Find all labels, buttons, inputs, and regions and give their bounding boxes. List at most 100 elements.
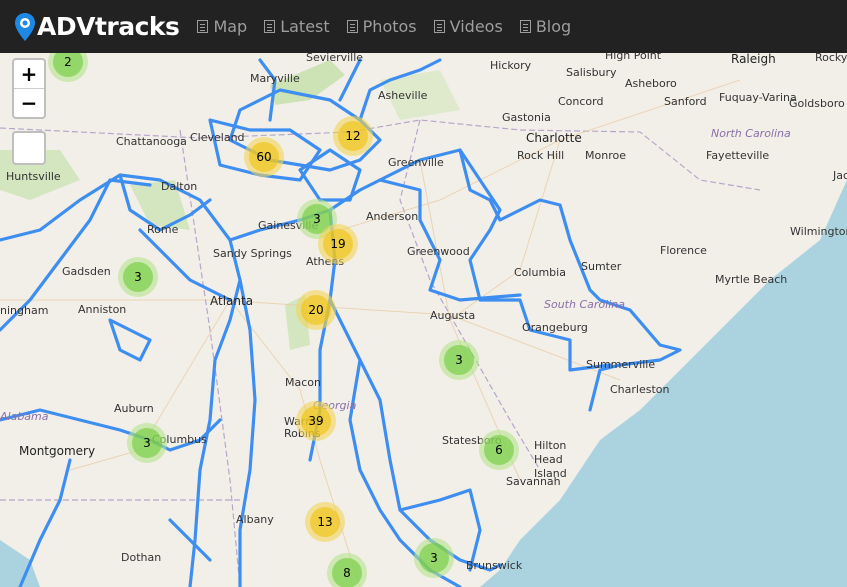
cluster-count: 60 (249, 142, 279, 172)
blog-icon (519, 20, 531, 33)
marker-cluster[interactable]: 6 (479, 430, 519, 470)
cluster-count: 2 (53, 53, 83, 77)
place-label: Sevierville (306, 53, 364, 64)
place-label: Asheboro (625, 77, 677, 90)
place-label: Anniston (78, 303, 127, 316)
zoom-out-button[interactable]: − (14, 89, 44, 117)
place-label: ningham (0, 304, 49, 317)
zoom-control: + − (12, 58, 46, 119)
place-label: Gastonia (502, 111, 551, 124)
nav-map[interactable]: Map (197, 17, 247, 36)
place-label: Maryville (250, 72, 300, 85)
marker-cluster[interactable]: 13 (305, 502, 345, 542)
cluster-count: 19 (323, 229, 353, 259)
place-label: Raleigh (731, 53, 776, 66)
place-label: Charlotte (526, 131, 582, 145)
place-label: Wilmington (790, 225, 847, 238)
marker-cluster[interactable]: 3 (439, 340, 479, 380)
place-label: Atlanta (210, 294, 254, 308)
place-label: Fayetteville (706, 149, 770, 162)
zoom-in-button[interactable]: + (14, 60, 44, 89)
place-label: Rock Hill (517, 149, 565, 162)
nav-latest[interactable]: Latest (264, 17, 330, 36)
marker-cluster[interactable]: 39 (296, 401, 336, 441)
map-canvas[interactable]: Sevierville Hickory High Point Raleigh R… (0, 53, 847, 587)
place-label: Chattanooga (116, 135, 187, 148)
place-label: Sanford (664, 95, 707, 108)
marker-cluster[interactable]: 3 (414, 538, 454, 578)
place-label: Rome (147, 223, 179, 236)
cluster-count: 3 (419, 543, 449, 573)
nav-videos[interactable]: Videos (433, 17, 503, 36)
cluster-count: 12 (338, 121, 368, 151)
cluster-count: 20 (301, 295, 331, 325)
place-label: Albany (236, 513, 274, 526)
marker-cluster[interactable]: 8 (327, 553, 367, 587)
place-label: Sandy Springs (213, 247, 292, 260)
cluster-count: 8 (332, 558, 362, 587)
nav-photos[interactable]: Photos (346, 17, 417, 36)
place-label: Goldsboro (789, 97, 845, 110)
cluster-count: 3 (132, 428, 162, 458)
gulf-area (0, 540, 40, 587)
place-label: Columbia (514, 266, 566, 279)
cluster-count: 39 (301, 406, 331, 436)
nav-latest-label: Latest (280, 17, 330, 36)
place-label: Greenwood (407, 245, 470, 258)
nav-videos-label: Videos (449, 17, 503, 36)
place-label: Myrtle Beach (715, 273, 788, 286)
video-icon (433, 20, 445, 33)
place-label: Macon (285, 376, 321, 389)
place-label: Augusta (430, 309, 476, 322)
place-label: Rocky Mount (815, 53, 847, 64)
state-label: Alabama (0, 410, 49, 423)
marker-cluster[interactable]: 3 (127, 423, 167, 463)
place-label: Dalton (161, 180, 198, 193)
place-label: Asheville (378, 89, 428, 102)
nav-map-label: Map (213, 17, 248, 36)
cluster-count: 13 (310, 507, 340, 537)
place-label: Charleston (610, 383, 670, 396)
place-label: High Point (605, 53, 662, 62)
place-label: Hickory (490, 59, 532, 72)
place-label: Brunswick (466, 559, 523, 572)
place-label: Concord (558, 95, 604, 108)
cluster-count: 6 (484, 435, 514, 465)
place-label: Summerville (586, 358, 656, 371)
place-label: Huntsville (6, 170, 61, 183)
top-navbar: ADVtracks Map Latest Photos Videos Blog (0, 0, 847, 53)
place-label: Montgomery (19, 444, 96, 458)
map-pin-logo-icon (15, 12, 35, 41)
place-label: Salisbury (566, 66, 617, 79)
marker-cluster[interactable]: 3 (118, 257, 158, 297)
nav-blog-label: Blog (535, 17, 572, 36)
map-icon (197, 20, 209, 33)
state-label: South Carolina (544, 298, 625, 311)
place-label: Fuquay-Varina (719, 91, 797, 104)
marker-cluster[interactable]: 19 (318, 224, 358, 264)
cluster-count: 3 (123, 262, 153, 292)
place-label: Monroe (585, 149, 626, 162)
list-icon (264, 20, 276, 33)
state-label: North Carolina (711, 127, 791, 140)
place-label: Savannah (506, 475, 561, 488)
place-label: Dothan (121, 551, 162, 564)
place-label: Sumter (581, 260, 622, 273)
marker-cluster[interactable]: 20 (296, 290, 336, 330)
layer-toggle-button[interactable] (12, 131, 46, 165)
photo-icon (346, 20, 358, 33)
nav-photos-label: Photos (362, 17, 417, 36)
place-label: Auburn (114, 402, 154, 415)
place-label: Gadsden (62, 265, 111, 278)
place-label: Greenville (388, 156, 444, 169)
place-label: Anderson (366, 210, 419, 223)
place-label: Orangeburg (522, 321, 588, 334)
brand-name: ADVtracks (37, 12, 180, 41)
brand-logo[interactable]: ADVtracks (14, 12, 180, 42)
marker-cluster[interactable]: 12 (333, 116, 373, 156)
marker-cluster[interactable]: 60 (244, 137, 284, 177)
nav-blog[interactable]: Blog (519, 17, 572, 36)
place-label: Cleveland (190, 131, 245, 144)
cluster-count: 3 (444, 345, 474, 375)
place-label: Florence (660, 244, 707, 257)
